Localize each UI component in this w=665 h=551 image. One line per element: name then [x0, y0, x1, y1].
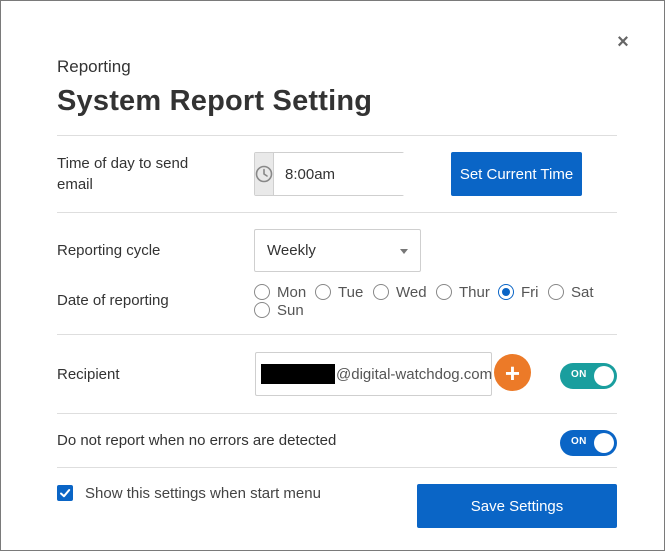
radio-button[interactable]	[436, 284, 452, 300]
clock-icon	[255, 153, 274, 195]
dialog-subtitle: Reporting	[57, 57, 131, 76]
divider	[57, 467, 617, 468]
show-settings-label: Show this settings when start menu	[85, 485, 321, 502]
radio-label: Fri	[521, 283, 539, 301]
dialog-title: System Report Setting	[57, 85, 373, 117]
add-recipient-button[interactable]: +	[494, 354, 531, 391]
radio-fri[interactable]: Fri	[498, 283, 539, 301]
recipient-toggle[interactable]: ON	[560, 363, 617, 389]
radio-mon[interactable]: Mon	[254, 283, 306, 301]
radio-button[interactable]	[498, 284, 514, 300]
system-report-dialog: × Reporting System Report Setting Time o…	[0, 0, 665, 551]
radio-label: Sat	[571, 283, 594, 301]
set-current-time-button[interactable]: Set Current Time	[451, 152, 582, 196]
no-errors-toggle[interactable]: ON	[560, 430, 617, 456]
radio-label: Sun	[277, 301, 304, 319]
radio-button[interactable]	[548, 284, 564, 300]
show-settings-checkbox[interactable]	[57, 485, 73, 501]
toggle-label: ON	[571, 369, 587, 380]
check-icon	[60, 489, 71, 498]
radio-label: Mon	[277, 283, 307, 301]
recipient-email-field[interactable]: @digital-watchdog.com	[255, 352, 492, 396]
radio-wed[interactable]: Wed	[373, 283, 427, 301]
radio-button[interactable]	[315, 284, 331, 300]
no-errors-label: Do not report when no errors are detecte…	[57, 432, 337, 449]
date-of-reporting-label: Date of reporting	[57, 292, 169, 309]
reporting-cycle-value: Weekly	[267, 242, 316, 259]
radio-label: Tue	[338, 283, 364, 301]
radio-button[interactable]	[373, 284, 389, 300]
radio-sun[interactable]: Sun	[254, 301, 304, 319]
time-input-group	[254, 152, 484, 196]
redacted-text	[261, 364, 335, 384]
divider	[57, 135, 617, 136]
toggle-label: ON	[571, 436, 587, 447]
close-icon[interactable]: ×	[615, 31, 631, 53]
divider	[57, 334, 617, 335]
toggle-knob	[594, 433, 614, 453]
time-of-day-label: Time of day to send email	[57, 155, 189, 193]
radio-label: Wed	[396, 283, 427, 301]
radio-thur[interactable]: Thur	[436, 283, 490, 301]
chevron-down-icon	[400, 249, 408, 254]
reporting-cycle-select[interactable]: Weekly	[254, 229, 421, 272]
radio-button[interactable]	[254, 284, 270, 300]
plus-icon: +	[504, 357, 521, 388]
reporting-cycle-label: Reporting cycle	[57, 242, 161, 259]
divider	[57, 212, 617, 213]
divider	[57, 413, 617, 414]
radio-tue[interactable]: Tue	[315, 283, 363, 301]
toggle-knob	[594, 366, 614, 386]
radio-label: Thur	[459, 283, 490, 301]
recipient-email-domain: @digital-watchdog.com	[336, 365, 493, 383]
radio-button[interactable]	[254, 302, 270, 318]
recipient-label: Recipient	[57, 366, 120, 383]
save-settings-button[interactable]: Save Settings	[417, 484, 617, 528]
radio-sat[interactable]: Sat	[548, 283, 594, 301]
